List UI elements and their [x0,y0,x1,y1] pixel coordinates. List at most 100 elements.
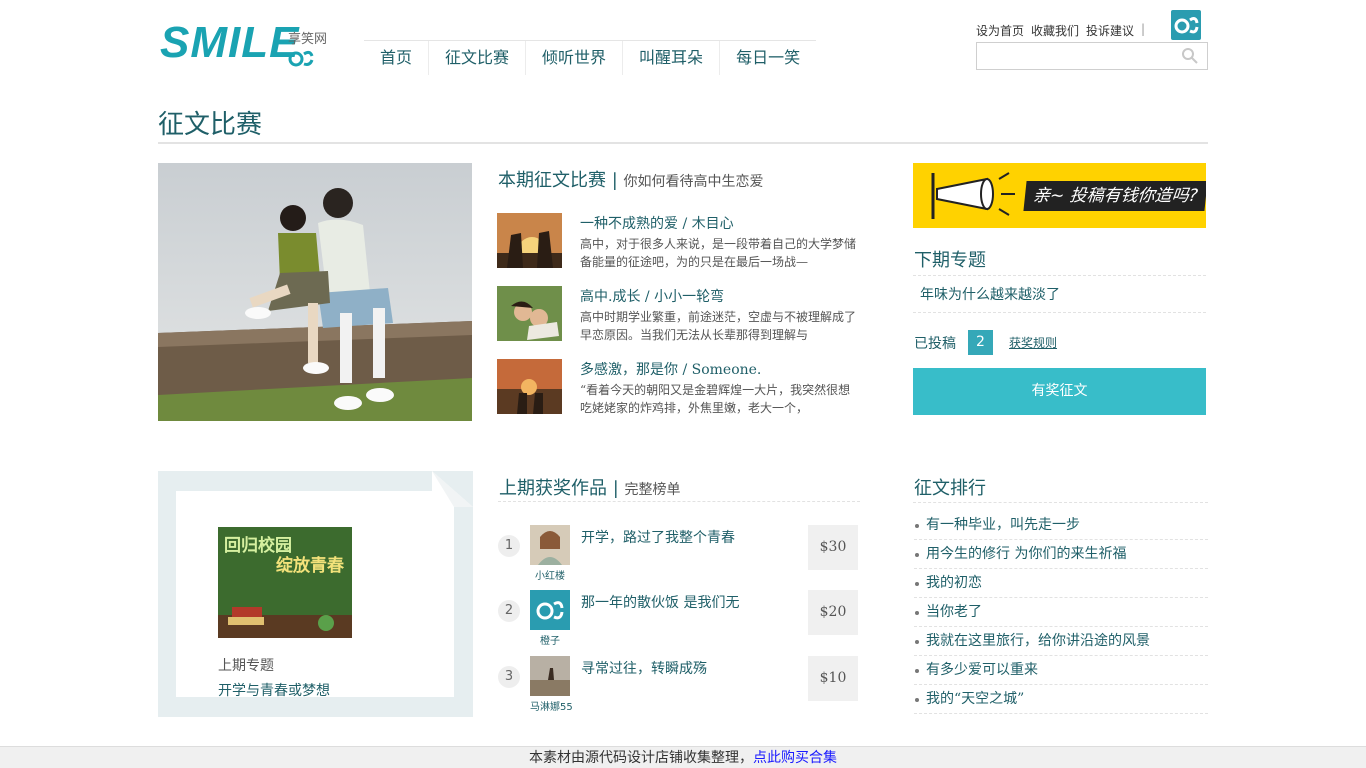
full-list-link[interactable]: 完整榜单 [625,482,681,498]
nav-item-home[interactable]: 首页 [364,41,428,75]
divider [498,501,860,502]
divider [913,502,1208,503]
ranking-item[interactable]: 我就在这里旅行，给你讲沿途的风景 [914,627,1208,656]
entry-thumbnail[interactable] [497,286,562,341]
hero-photo-illustration [158,163,472,421]
winner-title[interactable]: 开学，路过了我整个青春 [581,527,735,547]
image-text-line2: 绽放青春 [276,556,344,576]
winner-row[interactable]: 1 小红楼 开学，路过了我整个青春 $30 [498,525,858,582]
entry-thumbnail[interactable] [497,213,562,268]
prize-amount: $20 [808,590,858,635]
title-divider [158,142,1208,144]
bookmark-link[interactable]: 收藏我们 [1031,22,1079,39]
rank-badge: 2 [498,600,520,622]
logo-wordmark-text: SMILE [160,18,300,67]
heading-separator: | [611,170,618,191]
avatar-3-image [530,656,570,696]
nav-item-daily-laugh[interactable]: 每日一笑 [719,41,816,75]
ranking-list: 有一种毕业，叫先走一步 用今生的修行 为你们的来生祈福 我的初恋 当你老了 我就… [914,511,1208,714]
winners-label: 上期获奖作品 [499,478,607,499]
smile-swirl-icon [288,50,314,67]
top-links: 设为首页 收藏我们 投诉建议 | [976,22,1145,39]
entry-title[interactable]: 一种不成熟的爱 / 木目心 [580,213,734,233]
winners-heading: 上期获奖作品 | 完整榜单 [499,474,681,500]
prize-amount: $30 [808,525,858,570]
heading-separator: | [612,478,619,499]
previous-topic-label: 上期专题 [218,658,274,674]
page-fold-corner [432,471,473,507]
page-title: 征文比赛 [158,110,263,140]
next-topic-link[interactable]: 年味为什么越来越淡了 [920,284,1060,304]
search-input[interactable] [977,43,1173,69]
current-contest-label: 本期征文比赛 [498,170,606,191]
next-topic-heading: 下期专题 [914,250,986,271]
corner-logo-icon[interactable] [1171,10,1201,40]
winner-title[interactable]: 那一年的散伙饭 是我们无 [581,592,739,612]
ranking-item[interactable]: 有多少爱可以重来 [914,656,1208,685]
hero-image[interactable] [158,163,472,421]
current-contest-heading: 本期征文比赛 | 你如何看待高中生恋爱 [498,166,764,192]
entry-3-image [497,359,562,414]
winner-title[interactable]: 寻常过往，转瞬成殇 [581,658,707,678]
ranking-item[interactable]: 用今生的修行 为你们的来生祈福 [914,540,1208,569]
ranking-heading: 征文排行 [914,478,986,499]
buy-collection-link[interactable]: 点此购买合集 [753,750,837,766]
footer-bar: 本素材由源代码设计店铺收集整理，点此购买合集 [0,746,1366,768]
avatar[interactable] [530,656,570,696]
nav-item-contest[interactable]: 征文比赛 [428,41,525,75]
banner-text: 亲~ 投稿有钱你造吗? [1023,181,1206,211]
submission-banner[interactable]: 亲~ 投稿有钱你造吗? [913,163,1206,228]
nav-item-listen-world[interactable]: 倾听世界 [525,41,622,75]
logo-wordmark: SMILE [160,18,299,68]
ranking-item[interactable]: 我的初恋 [914,569,1208,598]
feedback-link[interactable]: 投诉建议 [1086,22,1134,39]
corner-swirl-icon [1174,17,1199,34]
submit-entry-button[interactable]: 有奖征文 [913,368,1206,415]
entry-excerpt: 高中，对于很多人来说，是一段带着自己的大学梦储备能量的征途吧，为的只是在最后一场… [580,237,857,269]
default-avatar-icon [530,590,570,630]
entry-thumbnail[interactable] [497,359,562,414]
site-logo[interactable]: SMILE 享笑网 [160,16,340,72]
winner-row[interactable]: 3 马淋娜55 寻常过往，转瞬成殇 $10 [498,656,858,713]
entry-title[interactable]: 多感激，那是你 / Someone. [580,359,761,379]
top-links-separator: | [1141,22,1146,36]
prize-amount: $10 [808,656,858,701]
entry-title[interactable]: 高中.成长 / 小小一轮弯 [580,286,724,306]
current-contest-topic[interactable]: 你如何看待高中生恋爱 [624,174,764,190]
winner-username[interactable]: 橙子 [530,632,570,647]
avatar-1-image [530,525,570,565]
footer-text: 本素材由源代码设计店铺收集整理， [529,750,753,766]
award-rules-link[interactable]: 获奖规则 [1009,334,1057,351]
contest-entry[interactable]: 高中.成长 / 小小一轮弯 高中时期学业繁重，前途迷茫，空虚与不被理解成了早恋原… [497,286,867,346]
previous-topic-card: 回归校园 绽放青春 上期专题 开学与青春或梦想 [176,491,454,700]
avatar[interactable] [530,590,570,630]
entry-excerpt: “看着今天的朝阳又是金碧辉煌一大片，我突然很想吃姥姥家的炸鸡排，外焦里嫩，老大一… [580,383,851,415]
nav-item-wake-ears[interactable]: 叫醒耳朵 [622,41,719,75]
winner-row[interactable]: 2 橙子 那一年的散伙饭 是我们无 $20 [498,590,858,647]
previous-topic-image[interactable]: 回归校园 绽放青春 [218,527,352,638]
set-homepage-link[interactable]: 设为首页 [976,22,1024,39]
ranking-item[interactable]: 我的“天空之城” [914,685,1208,714]
winner-username[interactable]: 小红楼 [530,567,570,582]
winner-username[interactable]: 马淋娜55 [530,698,573,713]
rank-badge: 1 [498,535,520,557]
rank-badge: 3 [498,666,520,688]
avatar[interactable] [530,525,570,565]
divider [913,275,1206,276]
submitted-count-badge: 2 [968,330,993,355]
contest-entry[interactable]: 一种不成熟的爱 / 木目心 高中，对于很多人来说，是一段带着自己的大学梦储备能量… [497,213,867,273]
submitted-label: 已投稿 [914,335,956,352]
megaphone-icon [931,172,1015,219]
ranking-item[interactable]: 当你老了 [914,598,1208,627]
submitted-row: 已投稿 2 获奖规则 [914,330,1057,355]
search-icon[interactable] [1181,47,1199,65]
divider [913,312,1206,313]
previous-topic-title[interactable]: 开学与青春或梦想 [218,680,330,700]
main-nav: 首页 征文比赛 倾听世界 叫醒耳朵 每日一笑 [364,40,817,76]
ranking-item[interactable]: 有一种毕业，叫先走一步 [914,511,1208,540]
search-box [976,42,1208,70]
logo-tagline: 享笑网 [288,32,328,47]
entry-excerpt: 高中时期学业繁重，前途迷茫，空虚与不被理解成了早恋原因。当我们无法从长辈那得到理… [580,310,857,342]
previous-topic-panel: 回归校园 绽放青春 上期专题 开学与青春或梦想 [158,471,473,717]
contest-entry[interactable]: 多感激，那是你 / Someone. “看着今天的朝阳又是金碧辉煌一大片，我突然… [497,359,867,419]
